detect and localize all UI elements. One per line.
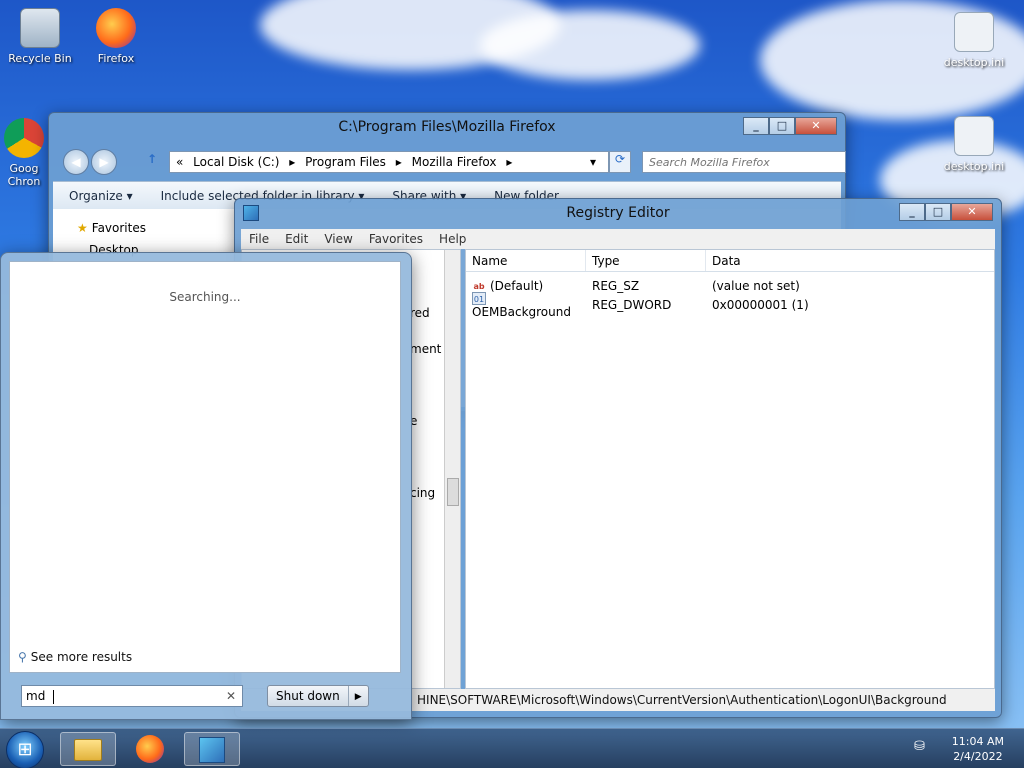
address-bar[interactable]: « Local Disk (C:) ▸ Program Files ▸ Mozi… — [169, 151, 609, 173]
value-type: REG_DWORD — [592, 297, 672, 312]
back-button[interactable]: ◀ — [63, 149, 89, 175]
taskbar: ⊞ ⛁ 11:04 AM 2/4/2022 — [0, 728, 1024, 768]
address-dropdown-icon[interactable]: ▾ — [590, 152, 596, 172]
firefox-icon — [136, 735, 164, 763]
close-button[interactable]: ✕ — [795, 117, 837, 135]
explorer-icon — [74, 739, 102, 761]
firefox-icon — [96, 8, 136, 48]
breadcrumb-program-files[interactable]: Program Files — [305, 155, 386, 169]
address-row: ◀ ▶ ↑ « Local Disk (C:) ▸ Program Files … — [57, 149, 846, 175]
favorites-label: Favorites — [91, 221, 146, 235]
star-icon: ★ — [77, 221, 88, 235]
explorer-search-input[interactable] — [642, 151, 846, 173]
ini-file-icon — [954, 116, 994, 156]
organize-button[interactable]: Organize ▾ — [69, 189, 133, 203]
recycle-bin-icon — [20, 8, 60, 48]
regedit-caption-buttons: _ □ ✕ — [899, 203, 993, 221]
breadcrumb-separator[interactable]: ▸ — [396, 155, 402, 169]
maximize-button[interactable]: □ — [925, 203, 951, 221]
explorer-caption-buttons: _ □ ✕ — [743, 117, 837, 135]
desktop-icon-chrome[interactable]: Goog Chron — [0, 118, 54, 188]
menu-help[interactable]: Help — [439, 232, 466, 246]
taskbar-firefox[interactable] — [122, 732, 178, 766]
dword-value-icon: 01 — [472, 291, 486, 305]
desktop-icon-label: desktop.ini — [943, 160, 1005, 173]
tree-item[interactable]: cing — [410, 486, 435, 500]
menu-favorites[interactable]: Favorites — [369, 232, 423, 246]
desktop-icon-label: Goog Chron — [7, 162, 41, 188]
shutdown-options-arrow[interactable]: ▶ — [349, 686, 368, 706]
desktop-icon-label: Firefox — [97, 52, 135, 65]
desktop-icon-recycle-bin[interactable]: Recycle Bin — [2, 8, 78, 65]
status-path: HINE\SOFTWARE\Microsoft\Windows\CurrentV… — [417, 693, 947, 707]
ini-file-icon — [954, 12, 994, 52]
see-more-results-link[interactable]: ⚲ See more results — [18, 650, 132, 664]
network-icon[interactable]: ⛁ — [914, 739, 932, 757]
tree-item[interactable]: red — [410, 306, 430, 320]
tree-item[interactable]: ment — [410, 342, 441, 356]
chrome-icon — [4, 118, 44, 158]
refresh-button[interactable]: ⟳ — [609, 151, 631, 173]
breadcrumb-separator[interactable]: ▸ — [289, 155, 295, 169]
search-input-value: md — [26, 689, 46, 703]
menu-edit[interactable]: Edit — [285, 232, 308, 246]
value-data: (value not set) — [712, 278, 800, 293]
minimize-button[interactable]: _ — [743, 117, 769, 135]
searching-text: Searching... — [169, 290, 241, 304]
values-header: Name Type Data — [466, 250, 994, 272]
column-name[interactable]: Name — [466, 250, 586, 271]
regedit-icon — [199, 737, 225, 763]
shutdown-button[interactable]: Shut down — [268, 686, 349, 706]
shutdown-button-group: Shut down ▶ — [267, 685, 369, 707]
desktop-icon-ini-2[interactable]: desktop.ini — [936, 116, 1012, 173]
value-name: OEMBackground — [472, 304, 571, 319]
desktop-icon-firefox[interactable]: Firefox — [78, 8, 154, 65]
regedit-app-icon — [243, 205, 259, 221]
desktop-icon-label: Recycle Bin — [8, 52, 72, 65]
value-name-cell: 01OEMBackground — [466, 291, 586, 319]
breadcrumb-local-disk[interactable]: Local Disk (C:) — [193, 155, 279, 169]
taskbar-explorer[interactable] — [60, 732, 116, 766]
close-button[interactable]: ✕ — [951, 203, 993, 221]
scrollbar-thumb[interactable] — [447, 478, 459, 506]
value-row[interactable]: 01OEMBackground REG_DWORD 0x00000001 (1) — [466, 291, 994, 319]
value-data: 0x00000001 (1) — [712, 297, 809, 312]
clock-date: 2/4/2022 — [953, 750, 1003, 763]
menu-file[interactable]: File — [249, 232, 269, 246]
column-type[interactable]: Type — [586, 250, 706, 271]
taskbar-clock[interactable]: 11:04 AM 2/4/2022 — [952, 734, 1004, 764]
start-menu[interactable]: Searching... ⚲ See more results md ✕ Shut… — [0, 252, 412, 720]
tree-scrollbar[interactable] — [444, 250, 460, 688]
desktop-icon-label: desktop.ini — [943, 56, 1005, 69]
value-type: REG_SZ — [592, 278, 640, 293]
breadcrumb-overflow[interactable]: « — [176, 155, 183, 169]
minimize-button[interactable]: _ — [899, 203, 925, 221]
start-button[interactable]: ⊞ — [6, 731, 44, 768]
search-icon: ⚲ — [18, 650, 27, 664]
maximize-button[interactable]: □ — [769, 117, 795, 135]
search-results-panel: Searching... ⚲ See more results — [9, 261, 401, 673]
see-more-label: See more results — [30, 650, 133, 664]
desktop-icon-ini-1[interactable]: desktop.ini — [936, 12, 1012, 69]
breadcrumb-mozilla-firefox[interactable]: Mozilla Firefox — [412, 155, 497, 169]
registry-values-pane[interactable]: Name Type Data ab (Default) REG_SZ (value… — [465, 249, 995, 689]
clock-time: 11:04 AM — [951, 735, 1004, 748]
start-search-input[interactable]: md ✕ — [21, 685, 243, 707]
clear-search-icon[interactable]: ✕ — [226, 686, 236, 706]
sidebar-favorites[interactable]: ★ Favorites — [77, 221, 146, 235]
regedit-menubar: File Edit View Favorites Help — [241, 229, 995, 249]
column-data[interactable]: Data — [706, 250, 994, 271]
menu-view[interactable]: View — [324, 232, 352, 246]
text-caret — [53, 689, 55, 704]
taskbar-regedit[interactable] — [184, 732, 240, 766]
up-arrow-icon[interactable]: ↑ — [147, 152, 157, 166]
breadcrumb-separator[interactable]: ▸ — [506, 155, 512, 169]
regedit-title: Registry Editor — [566, 205, 670, 221]
forward-button[interactable]: ▶ — [91, 149, 117, 175]
explorer-title: C:\Program Files\Mozilla Firefox — [338, 119, 556, 135]
